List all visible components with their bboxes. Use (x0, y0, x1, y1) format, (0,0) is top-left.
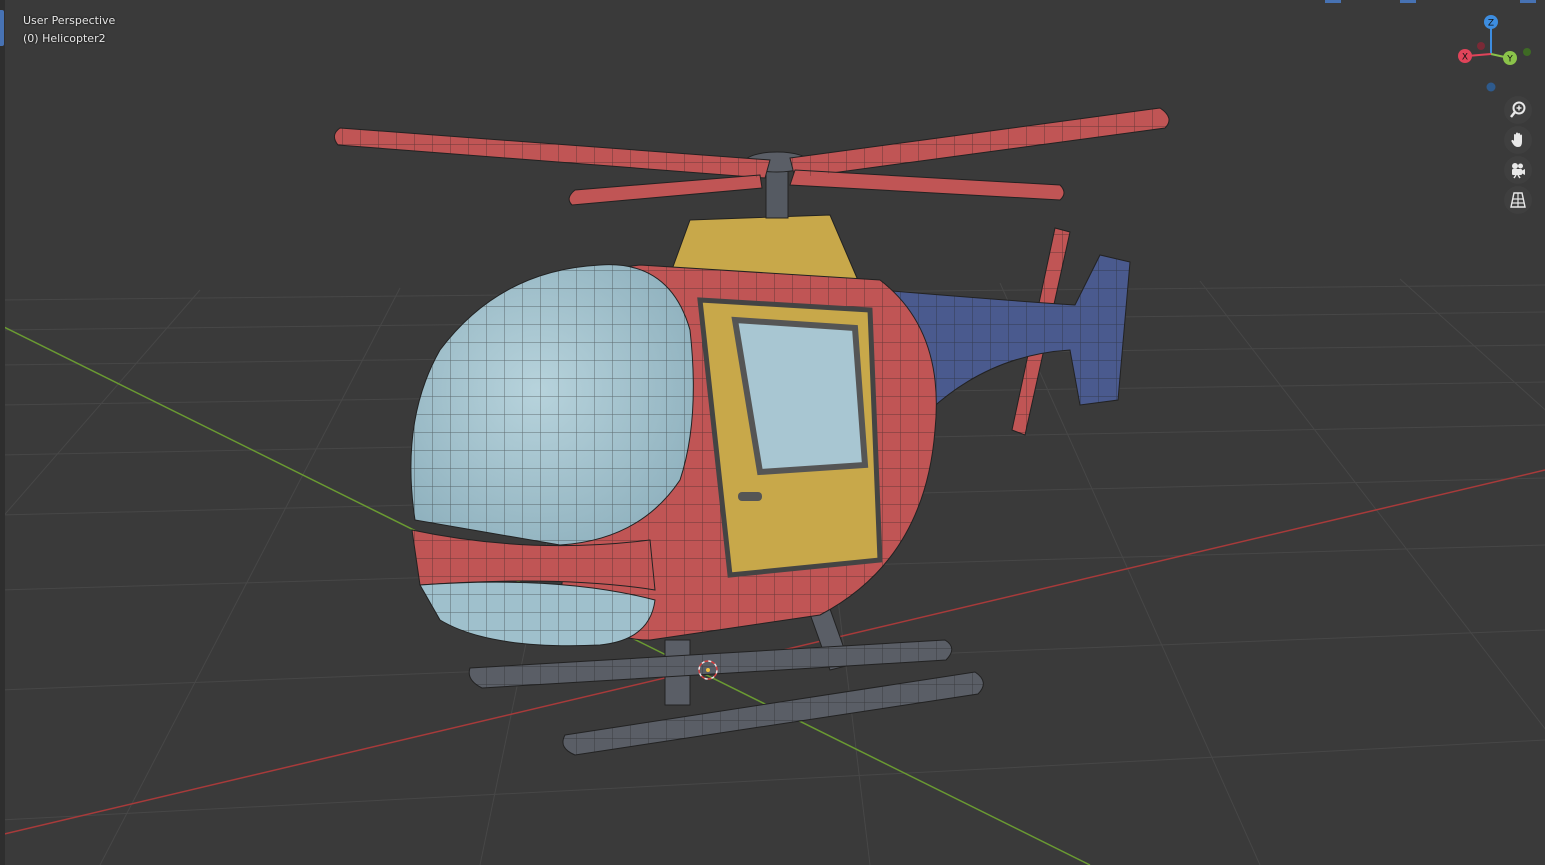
grid-perspective-icon (1510, 192, 1526, 208)
zoom-button[interactable] (1504, 96, 1532, 124)
neg-y-axis-handle[interactable] (1523, 48, 1531, 56)
pan-button[interactable] (1504, 126, 1532, 154)
x-axis-label: X (1462, 53, 1468, 63)
y-axis-label: Y (1506, 55, 1513, 65)
z-axis-label: Z (1488, 19, 1494, 29)
canopy[interactable] (410, 264, 694, 647)
door[interactable] (697, 297, 883, 578)
active-tool-indicator (0, 10, 4, 46)
3d-viewport[interactable]: User Perspective (0) Helicopter2 Z Y X (0, 0, 1545, 865)
projection-toggle-button[interactable] (1504, 186, 1532, 214)
view-name-label: User Perspective (23, 14, 116, 27)
camera-icon (1512, 163, 1525, 179)
neg-x-axis-handle[interactable] (1477, 42, 1485, 50)
active-object-label: (0) Helicopter2 (23, 32, 106, 45)
neg-z-axis-handle[interactable] (1486, 82, 1496, 92)
toolbar-strip (0, 0, 5, 865)
zoom-icon (1510, 101, 1526, 118)
viewport-canvas[interactable] (0, 0, 1545, 865)
helicopter-model[interactable] (334, 107, 1170, 756)
navigation-gizmo[interactable]: Z Y X (1455, 12, 1535, 94)
header-mark (1520, 0, 1536, 3)
hand-pan-icon (1511, 132, 1522, 147)
camera-view-button[interactable] (1504, 156, 1532, 184)
header-mark (1325, 0, 1341, 3)
header-mark (1400, 0, 1416, 3)
